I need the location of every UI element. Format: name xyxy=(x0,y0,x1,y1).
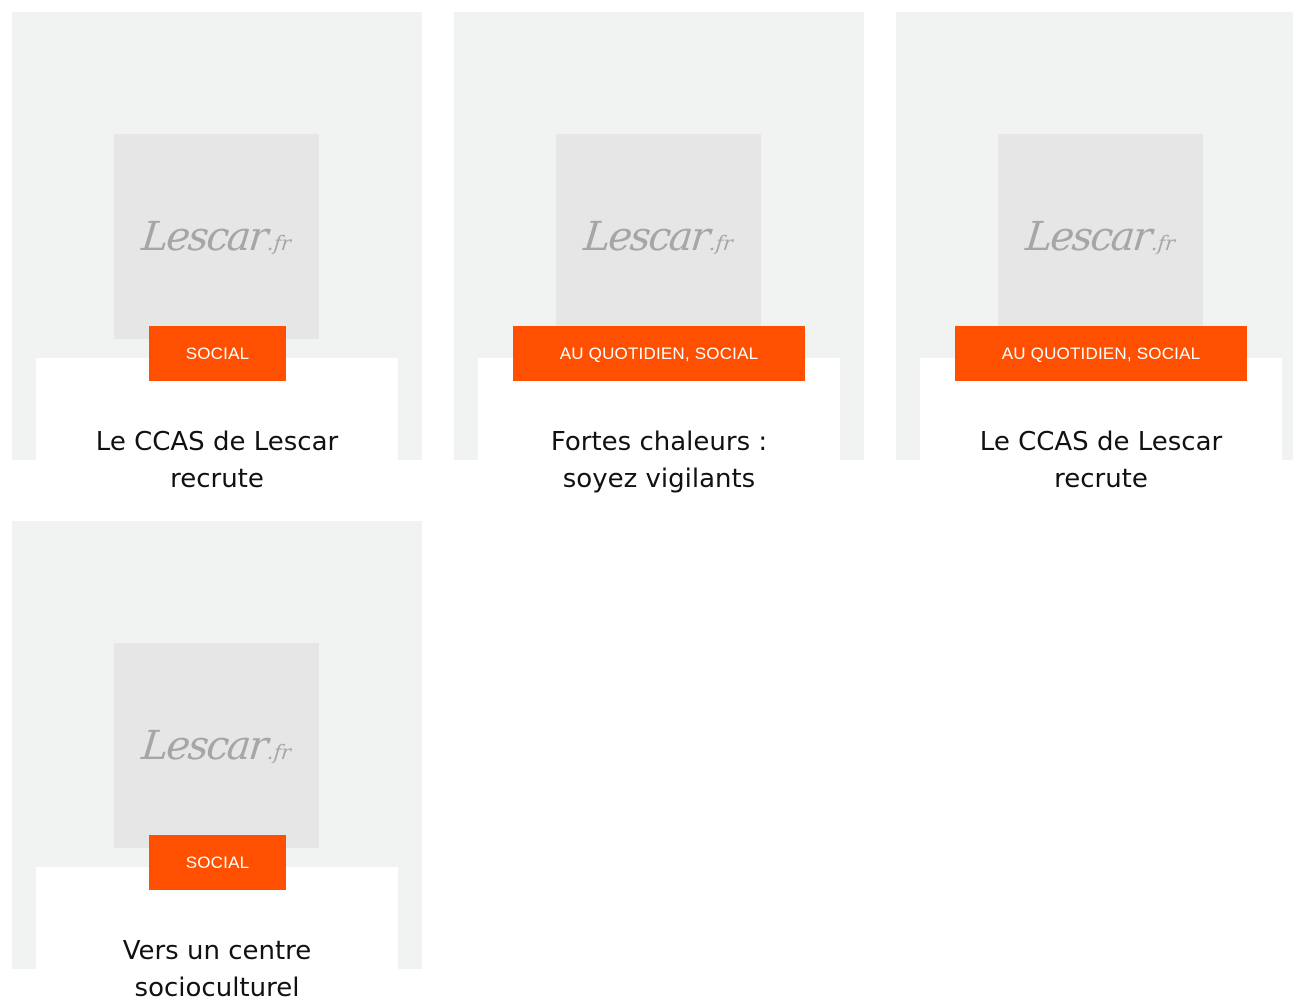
category-badge[interactable]: SOCIAL xyxy=(149,835,286,890)
article-thumbnail[interactable]: Lescar .fr xyxy=(114,134,319,339)
article-title[interactable]: Fortes chaleurs : soyez vigilants xyxy=(478,424,840,498)
category-badge[interactable]: AU QUOTIDIEN, SOCIAL xyxy=(513,326,805,381)
lescar-logo: Lescar .fr xyxy=(581,213,734,260)
category-badge[interactable]: SOCIAL xyxy=(149,326,286,381)
article-thumbnail[interactable]: Lescar .fr xyxy=(998,134,1203,339)
lescar-logo: Lescar .fr xyxy=(1023,213,1176,260)
lescar-logo: Lescar .fr xyxy=(139,722,292,769)
article-title[interactable]: Le CCAS de Lescar recrute xyxy=(920,424,1282,498)
lescar-logo: Lescar .fr xyxy=(139,213,292,260)
article-title[interactable]: Le CCAS de Lescar recrute xyxy=(36,424,398,498)
category-badge[interactable]: AU QUOTIDIEN, SOCIAL xyxy=(955,326,1247,381)
article-title[interactable]: Vers un centre socioculturel xyxy=(36,933,398,1007)
article-thumbnail[interactable]: Lescar .fr xyxy=(556,134,761,339)
article-thumbnail[interactable]: Lescar .fr xyxy=(114,643,319,848)
